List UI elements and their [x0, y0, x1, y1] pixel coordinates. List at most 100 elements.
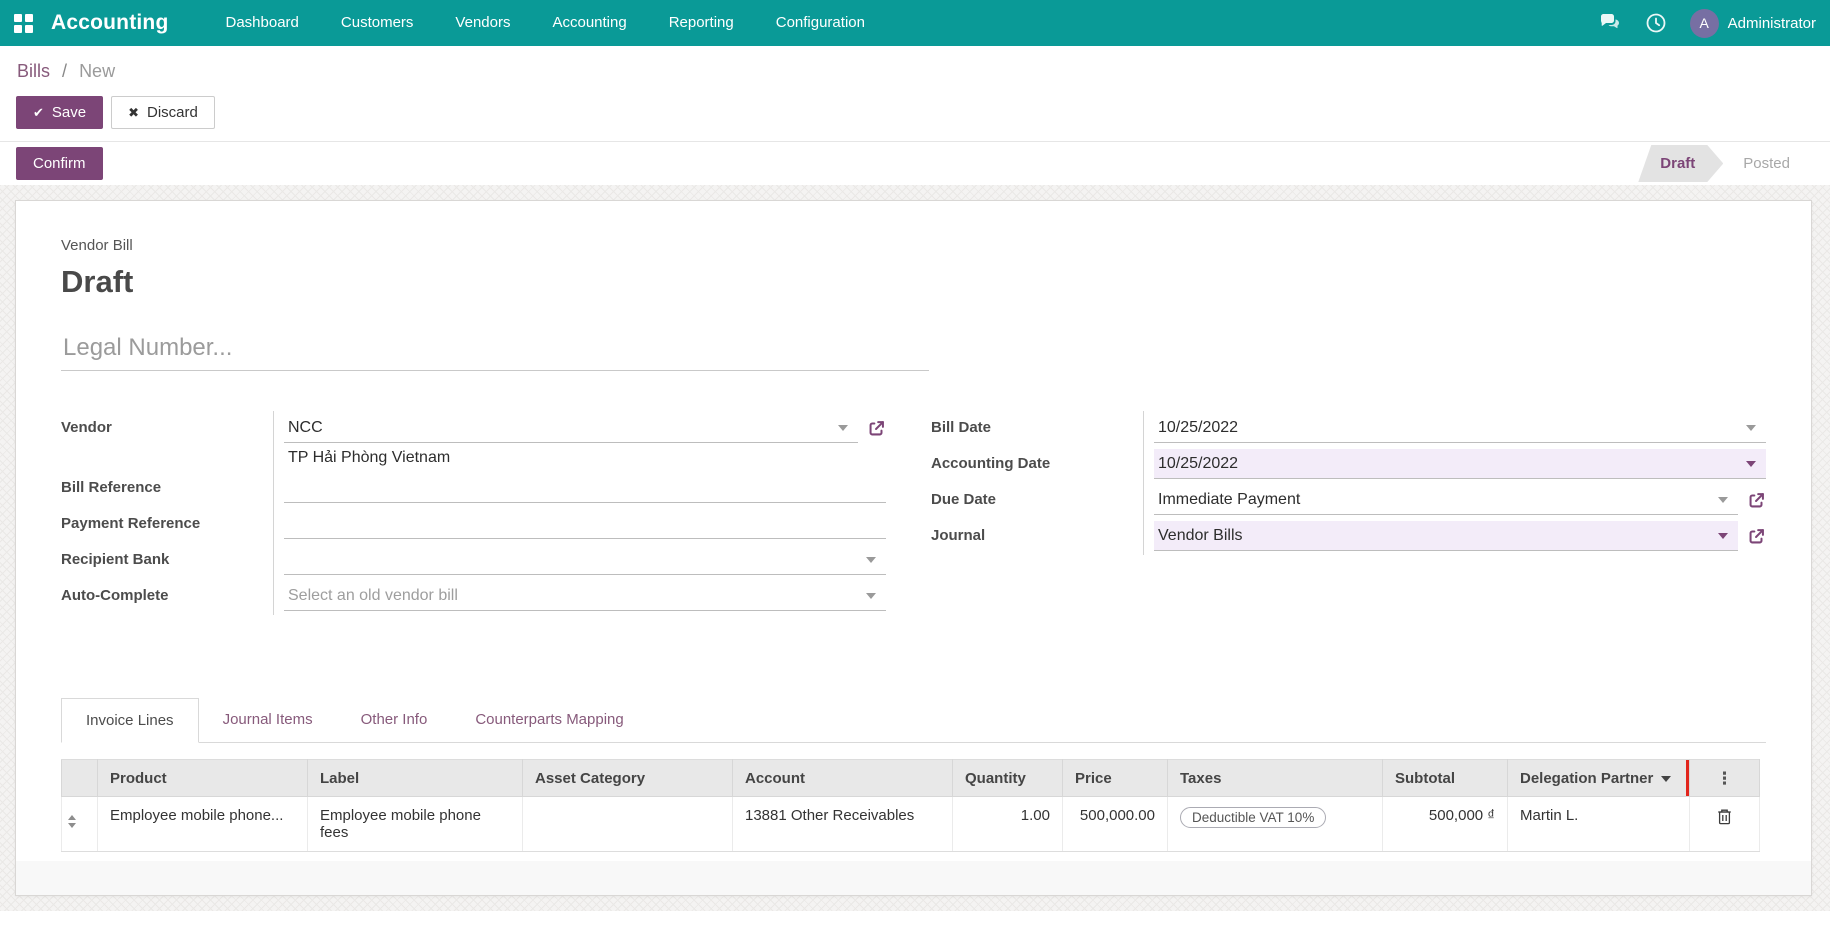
- vendor-label: Vendor: [61, 411, 273, 471]
- vendor-bill-sheet: Vendor Bill Draft Legal Number... Vendor…: [15, 200, 1812, 896]
- cell-subtotal: 500,000 ₫: [1383, 797, 1508, 852]
- label-value-line1: Employee mobile phone: [320, 807, 510, 824]
- column-header-label[interactable]: Label: [308, 760, 523, 797]
- due-date-cell: Immediate Payment: [1143, 483, 1766, 519]
- activities-clock-icon[interactable]: [1644, 11, 1668, 35]
- column-header-product[interactable]: Product: [98, 760, 308, 797]
- payment-reference-label: Payment Reference: [61, 507, 273, 543]
- chevron-down-icon[interactable]: [866, 557, 876, 563]
- sort-desc-icon: [1661, 776, 1671, 782]
- save-button[interactable]: ✔ Save: [16, 96, 103, 129]
- trash-icon[interactable]: [1716, 807, 1733, 826]
- nav-item-reporting[interactable]: Reporting: [648, 0, 755, 46]
- app-title[interactable]: Accounting: [51, 11, 169, 35]
- tax-badge[interactable]: Deductible VAT 10%: [1180, 807, 1326, 828]
- bill-date-input[interactable]: 10/25/2022: [1154, 413, 1766, 443]
- discard-button[interactable]: ✖ Discard: [111, 96, 215, 129]
- tab-counterparts-mapping[interactable]: Counterparts Mapping: [451, 698, 647, 743]
- tab-other-info[interactable]: Other Info: [337, 698, 452, 743]
- cell-taxes[interactable]: Deductible VAT 10%: [1168, 797, 1383, 852]
- price-value: 500,000.00: [1080, 807, 1155, 824]
- top-nav: Accounting Dashboard Customers Vendors A…: [0, 0, 1830, 46]
- handle-column-header: [62, 760, 98, 797]
- external-link-icon[interactable]: [1747, 491, 1766, 510]
- status-widget: Draft Posted: [1638, 145, 1814, 182]
- optional-columns-toggle[interactable]: ⋮: [1690, 760, 1760, 797]
- cross-icon: ✖: [128, 105, 139, 121]
- chevron-down-icon[interactable]: [1718, 533, 1728, 539]
- apps-square: [25, 14, 33, 22]
- label-value-line2: fees: [320, 824, 510, 841]
- accounting-date-input[interactable]: 10/25/2022: [1154, 449, 1766, 479]
- messages-icon[interactable]: [1598, 11, 1622, 35]
- nav-item-configuration[interactable]: Configuration: [755, 0, 886, 46]
- chevron-down-icon[interactable]: [1746, 461, 1756, 467]
- status-draft: Draft: [1638, 145, 1723, 182]
- user-menu[interactable]: A Administrator: [1690, 9, 1816, 38]
- invoice-line-row[interactable]: Employee mobile phone... Employee mobile…: [62, 797, 1760, 852]
- statusbar-row: Confirm Draft Posted: [0, 141, 1830, 185]
- drag-handle-icon[interactable]: [68, 811, 76, 828]
- apps-menu-icon[interactable]: [14, 14, 33, 33]
- due-date-label: Due Date: [931, 483, 1143, 519]
- breadcrumb-bills-link[interactable]: Bills: [17, 61, 50, 81]
- cell-account[interactable]: 13881 Other Receivables: [733, 797, 953, 852]
- form-view-background: Vendor Bill Draft Legal Number... Vendor…: [0, 185, 1830, 911]
- user-name: Administrator: [1728, 15, 1816, 32]
- apps-square: [14, 25, 22, 33]
- external-link-icon[interactable]: [1747, 527, 1766, 546]
- column-header-quantity[interactable]: Quantity: [953, 760, 1063, 797]
- cell-price[interactable]: 500,000.00: [1063, 797, 1168, 852]
- nav-item-dashboard[interactable]: Dashboard: [205, 0, 320, 46]
- nav-right: A Administrator: [1598, 9, 1816, 38]
- vendor-input[interactable]: NCC: [284, 413, 858, 443]
- auto-complete-input[interactable]: Select an old vendor bill: [284, 581, 886, 611]
- check-icon: ✔: [33, 105, 44, 121]
- cell-asset-category[interactable]: [523, 797, 733, 852]
- column-header-delegation-partner[interactable]: Delegation Partner: [1508, 760, 1690, 797]
- left-field-group: Vendor NCC TP Hải Phòng: [61, 411, 886, 615]
- legal-number-input[interactable]: Legal Number...: [61, 332, 929, 371]
- nav-item-customers[interactable]: Customers: [320, 0, 435, 46]
- status-posted[interactable]: Posted: [1723, 145, 1814, 182]
- up-triangle: [68, 815, 76, 820]
- breadcrumb: Bills / New: [0, 46, 1830, 90]
- nav-menu: Dashboard Customers Vendors Accounting R…: [205, 0, 886, 46]
- nav-item-accounting[interactable]: Accounting: [531, 0, 647, 46]
- notebook-tabs: Invoice Lines Journal Items Other Info C…: [61, 697, 1766, 743]
- cell-label[interactable]: Employee mobile phone fees: [308, 797, 523, 852]
- sheet-footer-strip: [16, 861, 1811, 895]
- chevron-down-icon[interactable]: [866, 593, 876, 599]
- column-header-account[interactable]: Account: [733, 760, 953, 797]
- due-date-input[interactable]: Immediate Payment: [1154, 485, 1738, 515]
- product-value: Employee mobile phone...: [110, 807, 295, 824]
- odoo-accounting-screen: Accounting Dashboard Customers Vendors A…: [0, 0, 1830, 936]
- auto-complete-placeholder: Select an old vendor bill: [288, 587, 860, 605]
- cell-quantity[interactable]: 1.00: [953, 797, 1063, 852]
- avatar-initial: A: [1699, 15, 1708, 31]
- cell-delegation-partner[interactable]: Martin L.: [1508, 797, 1690, 852]
- apps-square: [14, 14, 22, 22]
- document-type-label: Vendor Bill: [61, 237, 1766, 254]
- external-link-icon[interactable]: [867, 419, 886, 438]
- document-state-title: Draft: [61, 264, 1766, 300]
- column-header-asset-category[interactable]: Asset Category: [523, 760, 733, 797]
- confirm-button[interactable]: Confirm: [16, 147, 103, 180]
- payment-reference-input[interactable]: [284, 509, 886, 539]
- tab-invoice-lines[interactable]: Invoice Lines: [61, 698, 199, 743]
- tab-journal-items[interactable]: Journal Items: [199, 698, 337, 743]
- payment-reference-cell: [273, 507, 886, 543]
- bill-reference-input[interactable]: [284, 473, 886, 503]
- nav-item-vendors[interactable]: Vendors: [434, 0, 531, 46]
- chevron-down-icon[interactable]: [1718, 497, 1728, 503]
- journal-input[interactable]: Vendor Bills: [1154, 521, 1738, 551]
- subtotal-value: 500,000 ₫: [1429, 807, 1495, 824]
- column-header-taxes[interactable]: Taxes: [1168, 760, 1383, 797]
- chevron-down-icon[interactable]: [838, 425, 848, 431]
- column-header-subtotal[interactable]: Subtotal: [1383, 760, 1508, 797]
- cell-product[interactable]: Employee mobile phone...: [98, 797, 308, 852]
- recipient-bank-input[interactable]: [284, 545, 886, 575]
- chevron-down-icon[interactable]: [1746, 425, 1756, 431]
- column-header-price[interactable]: Price: [1063, 760, 1168, 797]
- accounting-date-label: Accounting Date: [931, 447, 1143, 483]
